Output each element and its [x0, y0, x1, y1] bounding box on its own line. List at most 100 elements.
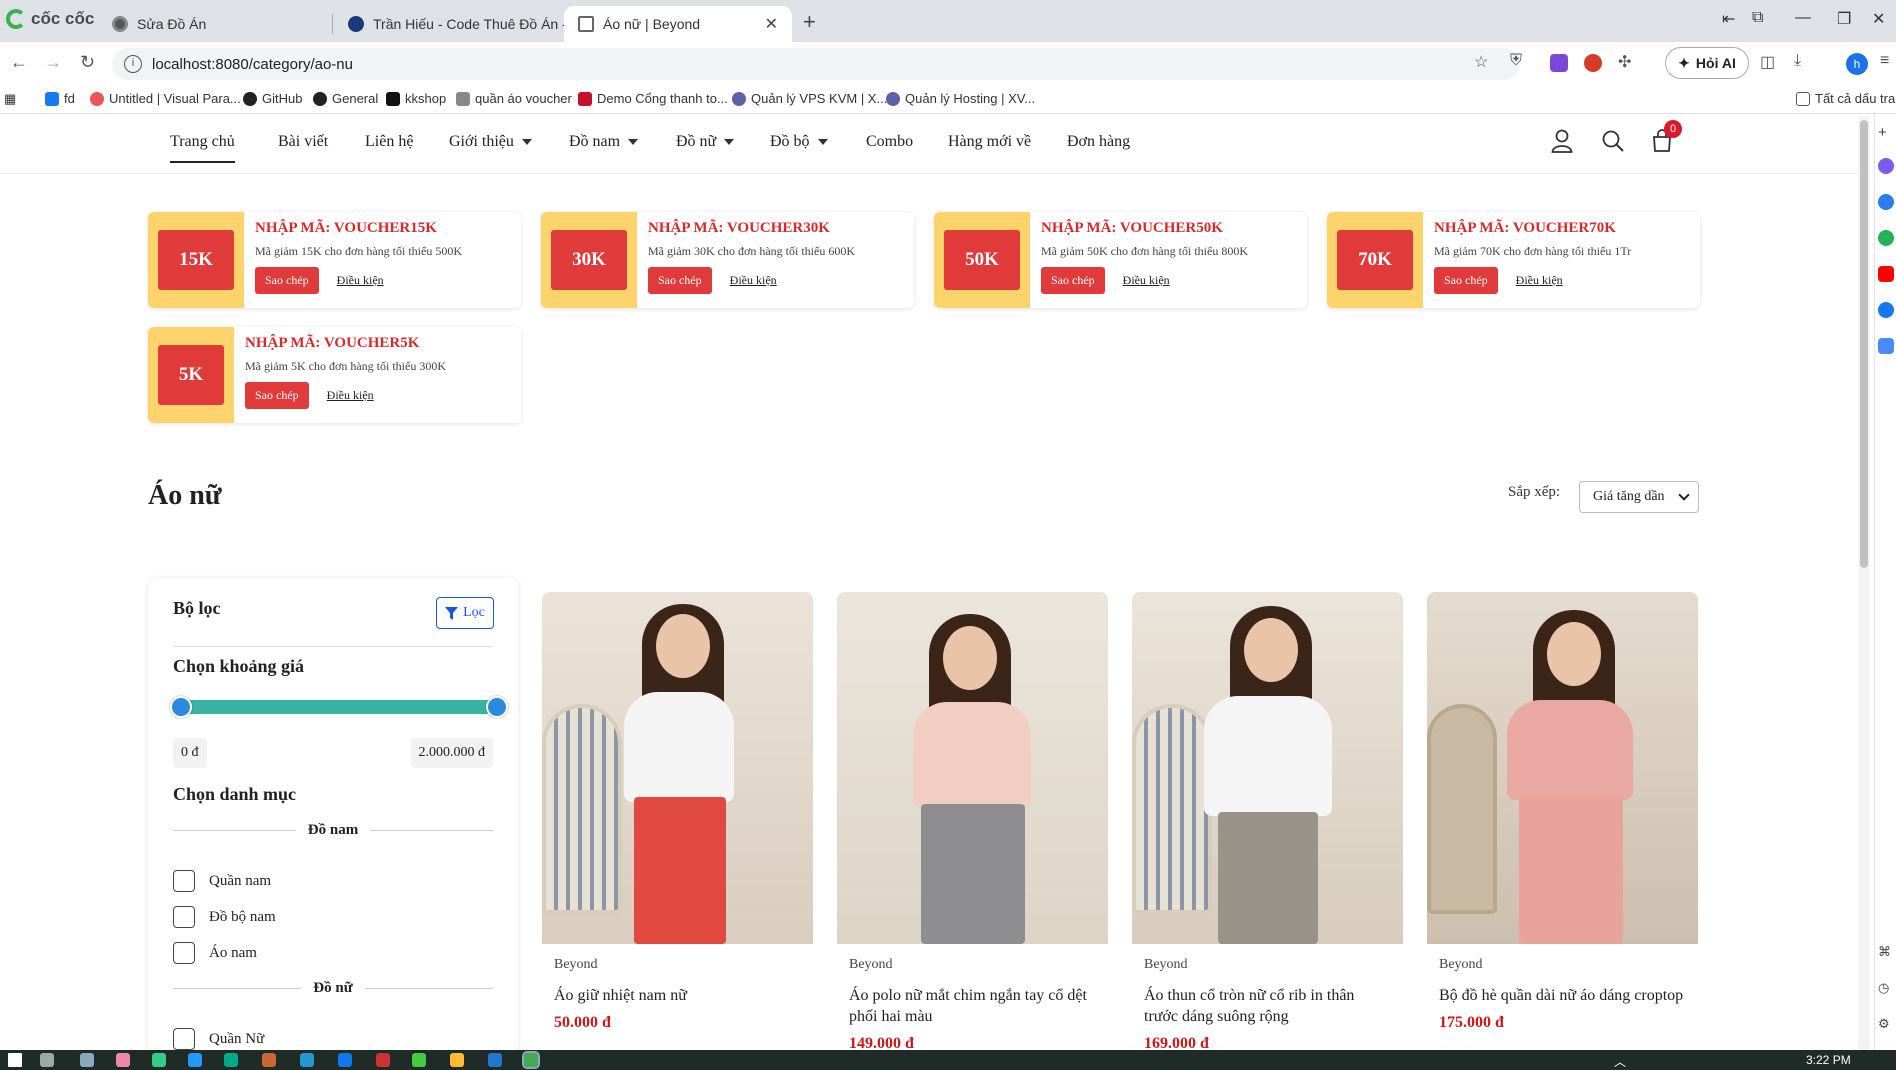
app-icon[interactable] [152, 1053, 166, 1067]
zalo-icon[interactable] [338, 1053, 352, 1067]
voucher-conditions-link[interactable]: Điều kiện [730, 273, 777, 288]
product-card[interactable]: Beyond Bộ đồ hè quần dài nữ áo dáng crop… [1427, 592, 1698, 1052]
product-name[interactable]: Áo giữ nhiệt nam nữ [554, 985, 801, 1006]
coccoc-icon[interactable] [522, 1051, 540, 1069]
nav-combo[interactable]: Combo [866, 133, 913, 151]
folder-icon[interactable] [450, 1053, 464, 1067]
category-option[interactable]: Đồ bộ nam [173, 906, 276, 928]
product-name[interactable]: Áo polo nữ mắt chim ngắn tay cổ dệt phối… [849, 985, 1096, 1027]
tray-chevron-icon[interactable]: ︿ [1614, 1053, 1626, 1070]
menu-icon[interactable]: ≡ [1880, 52, 1889, 70]
bookmark-item[interactable]: GitHub [243, 91, 302, 106]
app-icon[interactable] [188, 1053, 202, 1067]
copy-voucher-button[interactable]: Sao chép [245, 382, 309, 409]
youtube-icon[interactable] [1878, 266, 1894, 282]
category-checkbox[interactable] [173, 942, 195, 964]
extension-red-icon[interactable] [1584, 54, 1602, 72]
app-icon[interactable] [376, 1053, 390, 1067]
product-image[interactable] [837, 592, 1108, 944]
category-checkbox[interactable] [173, 870, 195, 892]
add-icon[interactable]: + [1878, 124, 1894, 141]
bookmark-item[interactable]: Untitled | Visual Para... [90, 91, 241, 106]
telegram-icon[interactable] [300, 1053, 314, 1067]
copy-voucher-button[interactable]: Sao chép [648, 267, 712, 294]
reload-icon[interactable]: ↻ [80, 52, 95, 73]
price-max-handle[interactable] [486, 696, 508, 718]
apply-filter-button[interactable]: Lọc [436, 597, 494, 629]
new-tab-icon[interactable]: + [803, 9, 816, 35]
extension-v-icon[interactable] [1550, 54, 1568, 72]
product-card[interactable]: Beyond Áo giữ nhiệt nam nữ 50.000 đ [542, 592, 813, 1052]
clock[interactable]: 3:22 PM [1806, 1053, 1851, 1067]
scrollbar-thumb[interactable] [1860, 120, 1868, 568]
copy-voucher-button[interactable]: Sao chép [255, 267, 319, 294]
site-info-icon[interactable]: i [124, 55, 142, 73]
back-icon[interactable]: ← [10, 52, 28, 73]
zalo-icon[interactable] [1878, 194, 1894, 210]
forward-icon[interactable]: → [44, 52, 62, 73]
profile-avatar[interactable]: h [1846, 53, 1868, 75]
bookmark-item[interactable]: Quản lý VPS KVM | X... [732, 91, 887, 106]
nav-women[interactable]: Đồ nữ [676, 133, 735, 151]
bookmark-item[interactable]: quần áo voucher [456, 91, 572, 106]
bookmark-item[interactable]: Quản lý Hosting | XV... [886, 91, 1035, 106]
nav-sets[interactable]: Đồ bộ [770, 133, 828, 151]
nav-men[interactable]: Đồ nam [569, 133, 639, 151]
sidebar-toggle-icon[interactable]: ◫ [1760, 52, 1775, 72]
product-image[interactable] [1132, 592, 1403, 944]
product-card[interactable]: Beyond Áo polo nữ mắt chim ngắn tay cổ d… [837, 592, 1108, 1052]
browser-brand[interactable]: cốc cốc [6, 9, 94, 29]
settings-icon[interactable]: ⚙ [1878, 1016, 1894, 1032]
screenshot-icon[interactable]: ⧉ [1752, 9, 1763, 27]
tab-sua-do-an[interactable]: Sửa Đồ Án [98, 6, 330, 42]
category-checkbox[interactable] [173, 906, 195, 928]
sort-select[interactable]: Giá tăng dần [1579, 481, 1699, 513]
nav-new-arrivals[interactable]: Hàng mới về [948, 133, 1031, 151]
search-icon[interactable] [1601, 129, 1625, 153]
copy-voucher-button[interactable]: Sao chép [1041, 267, 1105, 294]
task-view-icon[interactable] [40, 1053, 54, 1067]
extensions-puzzle-icon[interactable]: ✣ [1618, 52, 1631, 72]
history-icon[interactable]: ◷ [1878, 980, 1894, 996]
address-bar[interactable]: i localhost:8080/category/ao-nu [112, 48, 1520, 80]
app-icon[interactable] [262, 1053, 276, 1067]
nav-home[interactable]: Trang chủ [170, 133, 235, 163]
product-card[interactable]: Beyond Áo thun cổ tròn nữ cổ rib in thân… [1132, 592, 1403, 1052]
bookmark-item[interactable]: fd [45, 91, 75, 106]
bookmark-item[interactable]: kkshop [386, 91, 446, 106]
category-option[interactable]: Quần nam [173, 870, 271, 892]
all-bookmarks[interactable]: Tất cả dấu trang [1796, 91, 1896, 106]
close-window-icon[interactable]: ✕ [1872, 9, 1885, 29]
category-option[interactable]: Áo nam [173, 942, 257, 964]
tool-icon[interactable]: ⌘ [1878, 944, 1894, 960]
restore-icon[interactable]: ❐ [1837, 9, 1851, 29]
price-range-track[interactable] [181, 700, 497, 714]
chrome-icon[interactable] [412, 1053, 426, 1067]
translate-icon[interactable] [1878, 338, 1894, 354]
nav-orders[interactable]: Đơn hàng [1067, 133, 1130, 151]
shield-icon[interactable]: ⛨ [1510, 52, 1522, 70]
facebook-icon[interactable] [1878, 302, 1894, 318]
tab-search-icon[interactable]: ⇤ [1722, 9, 1735, 29]
product-name[interactable]: Bộ đồ hè quần dài nữ áo dáng croptop [1439, 985, 1686, 1006]
messenger-icon[interactable] [1878, 158, 1894, 174]
ask-ai-button[interactable]: ✦ Hỏi AI [1665, 47, 1749, 79]
price-min-handle[interactable] [170, 696, 192, 718]
nav-about[interactable]: Giới thiệu [449, 133, 532, 151]
voucher-conditions-link[interactable]: Điều kiện [1123, 273, 1170, 288]
product-name[interactable]: Áo thun cổ tròn nữ cổ rib in thân trước … [1144, 985, 1391, 1027]
nav-contact[interactable]: Liên hệ [365, 133, 413, 151]
copy-voucher-button[interactable]: Sao chép [1434, 267, 1498, 294]
category-checkbox[interactable] [173, 1028, 195, 1050]
category-option[interactable]: Quần Nữ [173, 1028, 264, 1050]
close-tab-icon[interactable]: ✕ [765, 14, 778, 34]
bookmark-item[interactable]: Demo Cổng thanh to... [578, 91, 728, 106]
bookmark-star-icon[interactable]: ☆ [1474, 52, 1488, 72]
nav-posts[interactable]: Bài viết [278, 133, 328, 151]
product-image[interactable] [1427, 592, 1698, 944]
voucher-conditions-link[interactable]: Điều kiện [337, 273, 384, 288]
apps-grid-icon[interactable]: ▦ [4, 91, 16, 107]
download-icon[interactable]: ⤓ [1794, 52, 1801, 70]
app-icon[interactable] [80, 1053, 94, 1067]
tab-ao-nu-beyond[interactable]: Áo nữ | Beyond ✕ [564, 6, 792, 42]
